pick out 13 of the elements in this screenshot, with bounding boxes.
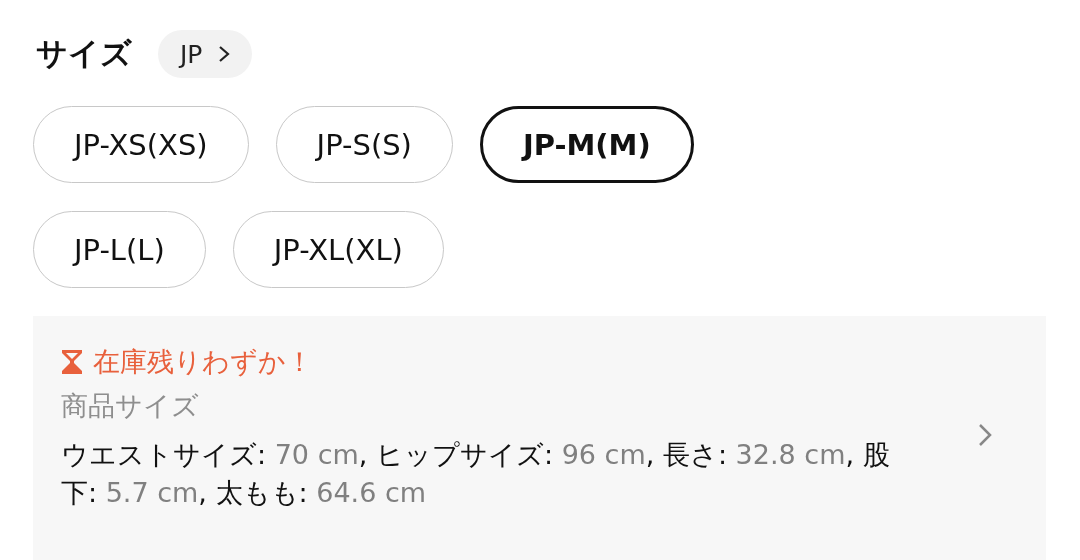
- stock-warning: 在庫残りわずか！: [93, 345, 313, 379]
- region-selector[interactable]: JP: [158, 30, 253, 78]
- size-details-panel[interactable]: 在庫残りわずか！ 商品サイズ ウエストサイズ: 70 cm, ヒップサイズ: 96 cm, 長さ: 32.8 cm, 股下: 5.7 cm, 太もも: 64.6 cm: [33, 316, 1046, 560]
- size-option[interactable]: JP-S(S): [275, 106, 453, 183]
- details-heading: 商品サイズ: [61, 389, 200, 423]
- size-option[interactable]: JP-L(L): [33, 211, 206, 288]
- section-title: サイズ: [36, 34, 132, 73]
- size-option[interactable]: JP-XL(XL): [232, 211, 444, 288]
- measurements-text: ウエストサイズ: 70 cm, ヒップサイズ: 96 cm, 長さ: 32.8 cm, 股下: 5.7 cm, 太もも: 64.6 cm: [61, 438, 891, 510]
- size-option[interactable]: JP-M(M): [479, 106, 694, 183]
- hourglass-icon: [61, 349, 83, 375]
- chevron-icon: [218, 45, 231, 63]
- size-option[interactable]: JP-XS(XS): [33, 106, 249, 183]
